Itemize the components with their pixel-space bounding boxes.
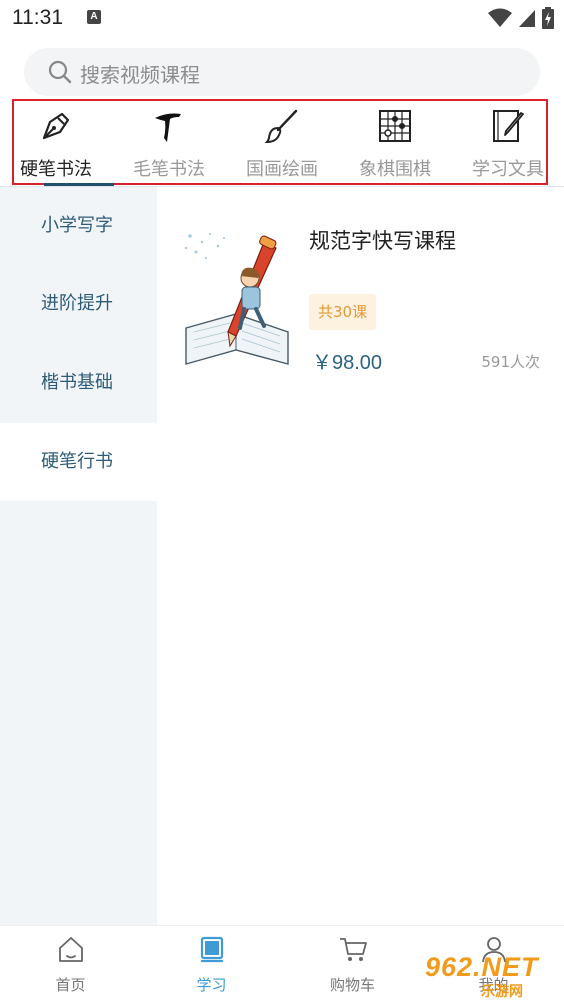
cart-icon — [340, 938, 367, 961]
sidebar-item-regular-script[interactable]: 楷书基础 — [0, 344, 157, 422]
nav-study[interactable]: 学习 — [141, 926, 282, 1004]
brush-stroke-icon — [155, 113, 181, 142]
home-icon — [59, 937, 83, 962]
nav-label: 购物车 — [329, 976, 375, 994]
sidebar-item-primary-writing[interactable]: 小学写字 — [0, 187, 157, 265]
category-label: 国画绘画 — [246, 159, 318, 180]
paintbrush-icon — [264, 109, 298, 144]
category-tab-painting[interactable]: 国画绘画 — [222, 103, 342, 183]
course-price: ￥98.00 — [312, 352, 383, 374]
category-label: 象棋围棋 — [359, 159, 431, 180]
chessboard-icon — [379, 110, 411, 142]
search-icon — [48, 60, 72, 84]
course-card[interactable]: 规范字快写课程 共30课 ￥98.00 591人次 — [175, 220, 550, 380]
status-time: 11:31 — [12, 6, 63, 29]
category-label: 学习文具 — [472, 159, 544, 180]
battery-icon — [542, 7, 554, 29]
nav-label: 学习 — [196, 976, 227, 994]
nav-label: 首页 — [55, 976, 86, 994]
sidebar-item-running-script[interactable]: 硬笔行书 — [0, 423, 157, 501]
category-label: 毛笔书法 — [133, 159, 205, 180]
sidebar: 小学写字 进阶提升 楷书基础 硬笔行书 — [0, 187, 157, 925]
nav-cart[interactable]: 购物车 — [282, 926, 423, 1004]
book-icon — [200, 936, 224, 963]
fountain-pen-icon — [42, 112, 70, 140]
lesson-count-badge: 共30课 — [309, 294, 377, 330]
wifi-icon — [488, 8, 512, 27]
category-label: 硬笔书法 — [20, 159, 92, 180]
course-thumbnail — [180, 228, 293, 370]
notification-icon: A — [87, 10, 101, 24]
watermark-main: 962.NET — [425, 952, 539, 982]
nav-home[interactable]: 首页 — [0, 926, 141, 1004]
sidebar-item-advanced[interactable]: 进阶提升 — [0, 265, 157, 343]
signal-icon — [519, 10, 535, 27]
watermark-sub: 乐游网 — [481, 984, 523, 1000]
course-title: 规范字快写课程 — [309, 229, 456, 253]
category-tab-brush[interactable]: 毛笔书法 — [109, 103, 229, 183]
category-tab-hard-pen[interactable]: 硬笔书法 — [0, 103, 116, 183]
status-bar: 11:31 A — [0, 0, 564, 38]
category-tab-chess[interactable]: 象棋围棋 — [335, 103, 455, 183]
search-bar[interactable]: 搜索视频课程 — [24, 48, 540, 96]
watermark-logo: 962.NET 乐游网 — [425, 952, 560, 1000]
view-count: 591人次 — [481, 353, 540, 371]
status-icons — [488, 7, 554, 29]
notebook-pen-icon — [493, 110, 524, 142]
search-placeholder: 搜索视频课程 — [80, 63, 200, 87]
category-tab-stationery[interactable]: 学习文具 — [448, 103, 564, 183]
